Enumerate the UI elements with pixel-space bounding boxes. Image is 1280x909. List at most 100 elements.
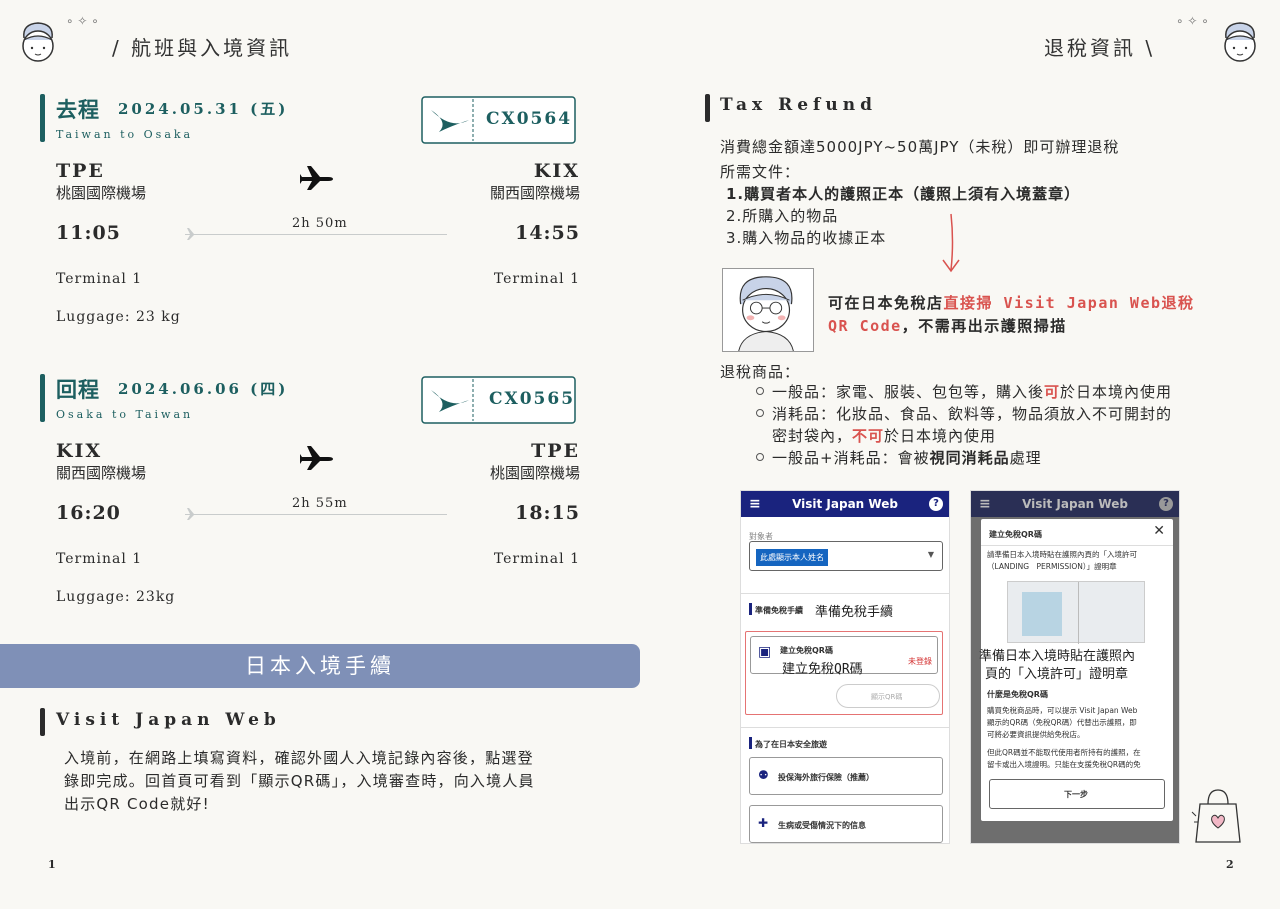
flight-duration: 2h 55m <box>292 496 348 511</box>
subject-select[interactable]: 此處顯示本人姓名 ▼ <box>749 541 943 571</box>
person-plus-icon: ⚉ <box>758 768 769 782</box>
create-qr-card[interactable]: ▣ 建立免稅QR碼 建立免稅QR碼 未登錄 顯示QR碼 <box>745 631 943 715</box>
close-icon[interactable]: ✕ <box>1153 523 1165 539</box>
flight-route: Osaka to Taiwan <box>56 408 194 421</box>
small-airplane-icon <box>185 228 200 240</box>
vjw-line-1: 入境前，在網路上填寫資料，確認外國人入境記錄內容後，點選登 <box>64 749 534 767</box>
menu-icon: ≡ <box>979 496 991 512</box>
flight-route: Taiwan to Osaka <box>56 128 194 141</box>
passport-note-2: 頁的「入境許可」證明章 <box>985 667 1129 682</box>
qr-card-title: 建立免稅QR碼 <box>780 646 833 655</box>
chevron-down-icon: ▼ <box>927 550 934 559</box>
section-bar <box>40 708 45 736</box>
avatar-face-icon <box>1224 22 1256 62</box>
modal-text-2: （LANDING PERMISSION）」證明章 <box>987 562 1117 571</box>
goods-mixed: 一般品+消耗品：會被視同消耗品處理 <box>772 449 1042 467</box>
passport-image <box>1007 581 1145 644</box>
origin-code: TPE <box>56 160 105 182</box>
destination-code: TPE <box>531 440 580 462</box>
sparkle-icon: ∘ ✧ ∘ <box>1176 14 1209 28</box>
return-flight: 回程 2024.06.06 (四) Osaka to Taiwan CX0565… <box>40 374 580 614</box>
sparkle-icon: ∘ ✧ ∘ <box>66 14 99 28</box>
medical-icon: ✚ <box>758 816 769 830</box>
arrival-time: 18:15 <box>515 502 580 524</box>
faq-text: 購買免稅商品時，可以提示 Visit Japan Web <box>987 706 1138 715</box>
flight-number: CX0565 <box>489 389 576 409</box>
page-title-right: 退稅資訊 \ <box>1044 36 1156 60</box>
page-number-right: 2 <box>1226 858 1234 871</box>
tax-threshold: 消費總金額達5000JPY~50萬JPY（未稅）即可辦理退稅 <box>720 138 1120 156</box>
bullet-icon <box>756 387 764 395</box>
doc-item-1: 1.購買者本人的護照正本（護照上須有入境蓋章） <box>726 185 1081 203</box>
tax-section-label: 準備免稅手續 <box>755 606 803 615</box>
section-marker <box>749 603 752 615</box>
help-icon[interactable]: ? <box>929 497 943 511</box>
outbound-flight: 去程 2024.05.31 (五) Taiwan to Osaka CX0564… <box>40 94 580 334</box>
menu-icon[interactable]: ≡ <box>749 491 761 517</box>
faq-text: 可將必要資訊提供給免稅店。 <box>987 730 1085 739</box>
page-title-left: / 航班與入境資訊 <box>112 36 293 60</box>
qr-faq-title: 什麼是免稅QR碼 <box>987 690 1048 699</box>
flight-date: 2024.05.31 (五) <box>118 100 289 118</box>
vjw-header: ≡ Visit Japan Web ? <box>741 491 949 517</box>
goods-consumable-cont: 密封袋內，不可於日本境內使用 <box>772 427 997 445</box>
modal-text-1: 請準備日本入境時貼在護照內頁的「入境許可 <box>987 550 1137 559</box>
page-number-left: 1 <box>48 858 56 871</box>
flight-date: 2024.06.06 (四) <box>118 380 289 398</box>
qr-modal: 建立免稅QR碼 ✕ 請準備日本入境時貼在護照內頁的「入境許可 （LANDING … <box>979 519 1173 821</box>
vjw-section-title: Visit Japan Web <box>56 710 281 730</box>
callout-line-2: QR Code，不需再出示護照掃描 <box>828 317 1067 335</box>
flight-direction: 去程 <box>56 98 100 122</box>
vjw-line-3: 出示QR Code就好! <box>64 795 210 813</box>
illness-item[interactable]: ✚ 生病或受傷情況下的信息 <box>749 805 943 843</box>
goods-general: 一般品：家電、服裝、包包等，購入後可於日本境內使用 <box>772 383 1173 401</box>
route-line <box>187 234 447 235</box>
origin-terminal: Terminal 1 <box>56 551 143 567</box>
callout-line-1: 可在日本免稅店直接掃 Visit Japan Web退稅 <box>828 294 1195 312</box>
doc-item-2: 2.所購入的物品 <box>726 207 839 225</box>
flight-direction: 回程 <box>56 378 100 402</box>
next-button[interactable]: 下一步 <box>989 779 1165 809</box>
qr-card-note: 建立免稅QR碼 <box>782 662 863 677</box>
bullet-icon <box>756 409 764 417</box>
vjw-header: ≡ Visit Japan Web ? <box>971 491 1179 517</box>
arrow-down-icon <box>942 213 960 273</box>
modal-title: 建立免稅QR碼 <box>989 530 1042 539</box>
insurance-item[interactable]: ⚉ 投保海外旅行保險（推薦） <box>749 757 943 795</box>
arrival-time: 14:55 <box>515 222 580 244</box>
destination-airport: 關西國際機場 <box>489 184 580 202</box>
section-bar <box>705 94 710 122</box>
faq-text: 但此QR碼並不能取代使用者所持有的護照，在 <box>987 748 1141 757</box>
qr-card-icon: ▣ <box>758 644 772 660</box>
tax-refund-title: Tax Refund <box>720 95 877 115</box>
faq-text: 留卡或出入境證明。只能在支援免稅QR碼的免 <box>987 760 1141 769</box>
destination-terminal: Terminal 1 <box>493 271 580 287</box>
destination-terminal: Terminal 1 <box>493 551 580 567</box>
route-line <box>187 514 447 515</box>
section-bar <box>40 374 45 422</box>
character-illustration-icon <box>722 268 814 352</box>
luggage-allowance: Luggage: 23 kg <box>56 309 181 325</box>
show-qr-button[interactable]: 顯示QR碼 <box>836 684 940 708</box>
origin-airport: 桃園國際機場 <box>56 184 147 202</box>
section-marker <box>749 737 752 749</box>
doc-item-3: 3.購入物品的收據正本 <box>726 229 887 247</box>
origin-code: KIX <box>56 440 103 462</box>
shopping-bag-icon <box>1191 789 1241 843</box>
vjw-screenshot-2: ≡ Visit Japan Web ? 建立免稅QR碼 ✕ 請準備日本入境時貼在… <box>970 490 1180 844</box>
airplane-icon <box>300 446 333 470</box>
tax-section-note: 準備免稅手續 <box>815 605 894 620</box>
section-bar <box>40 94 45 142</box>
help-icon: ? <box>1159 497 1173 511</box>
vjw-screenshot-1: ≡ Visit Japan Web ? 對象者 此處顯示本人姓名 ▼ 準備免稅手… <box>740 490 950 844</box>
status-badge: 未登錄 <box>908 657 932 666</box>
safety-label: 為了在日本安全旅遊 <box>755 740 827 749</box>
flight-number: CX0564 <box>486 109 573 129</box>
passport-note-1: 準備日本入境時貼在護照內 <box>979 649 1136 664</box>
faq-text: 顯示的QR碼（免稅QR碼）代替出示護照，即 <box>987 718 1137 727</box>
departure-time: 16:20 <box>56 502 121 524</box>
goods-label: 退稅商品： <box>720 363 801 381</box>
vjw-line-2: 錄即完成。回首頁可看到「顯示QR碼」，入境審查時，向入境人員 <box>64 772 535 790</box>
departure-time: 11:05 <box>56 222 121 244</box>
destination-airport: 桃園國際機場 <box>489 464 580 482</box>
